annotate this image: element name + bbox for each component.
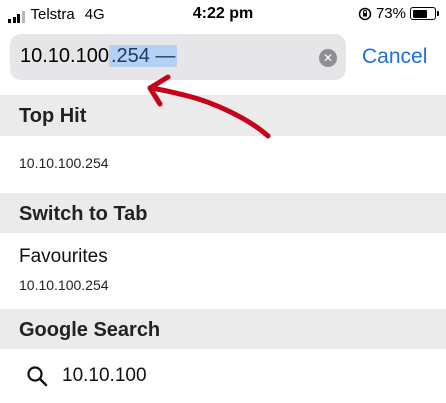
google-search-row[interactable]: 10.10.100 xyxy=(0,349,446,403)
section-google-search: Google Search xyxy=(0,309,446,349)
battery-percent: 73% xyxy=(375,5,406,22)
section-title-switch-to-tab: Switch to Tab xyxy=(19,203,148,225)
battery-fill xyxy=(412,9,428,18)
section-top-hit: Top Hit xyxy=(0,95,446,136)
google-query: 10.10.100 xyxy=(62,365,147,386)
status-bar: Telstra 4G 4:22 pm 73% xyxy=(0,0,446,30)
clear-icon[interactable]: ✕ xyxy=(319,49,337,67)
cancel-button[interactable]: Cancel xyxy=(362,45,427,69)
switch-tab-row[interactable]: Favourites 10.10.100.254 xyxy=(0,233,446,309)
orientation-lock-icon xyxy=(358,7,372,20)
address-input[interactable]: 10.10.100.254 — xyxy=(20,45,178,68)
status-right: 73% xyxy=(358,5,439,22)
top-hit-row[interactable]: 10.10.100.254 xyxy=(0,136,446,192)
tab-title: Favourites xyxy=(19,246,108,267)
url-text-selected: .254 — xyxy=(108,45,178,67)
battery-icon xyxy=(410,7,439,20)
tab-url: 10.10.100.254 xyxy=(19,277,109,293)
search-icon xyxy=(27,366,48,387)
section-title-top-hit: Top Hit xyxy=(19,105,87,127)
section-switch-to-tab: Switch to Tab xyxy=(0,193,446,233)
address-bar[interactable]: 10.10.100.254 — ✕ xyxy=(10,34,346,80)
section-title-google-search: Google Search xyxy=(19,319,161,341)
top-hit-url: 10.10.100.254 xyxy=(19,155,109,171)
url-text-plain: 10.10.100 xyxy=(20,45,109,67)
